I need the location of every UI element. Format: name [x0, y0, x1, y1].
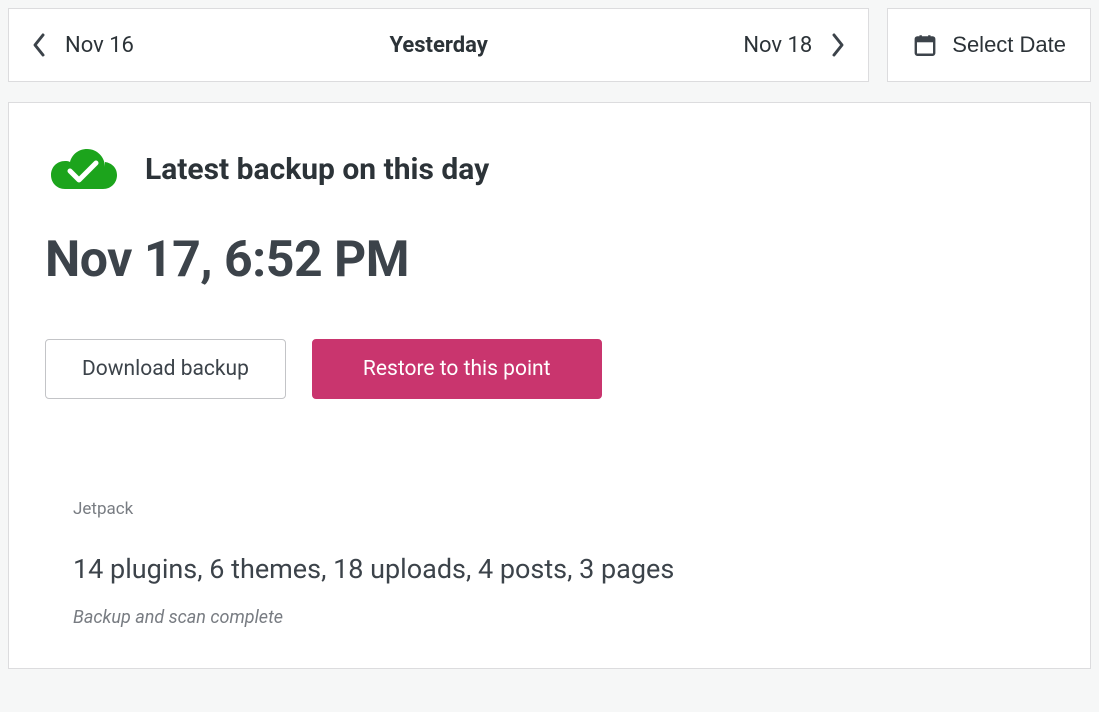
backup-summary: 14 plugins, 6 themes, 18 uploads, 4 post… — [73, 553, 1054, 585]
prev-day-nav[interactable]: Nov 16 — [31, 32, 134, 58]
date-nav-bar: Nov 16 Yesterday Nov 18 Select Date — [8, 8, 1091, 82]
next-day-label: Nov 18 — [743, 33, 812, 58]
chevron-left-icon — [31, 32, 47, 58]
backup-status: Backup and scan complete — [73, 607, 1054, 628]
card-header-title: Latest backup on this day — [145, 152, 489, 187]
backup-source-label: Jetpack — [73, 499, 1054, 519]
calendar-icon — [912, 32, 938, 58]
date-navigator: Nov 16 Yesterday Nov 18 — [8, 8, 869, 82]
current-day-label: Yesterday — [389, 33, 487, 58]
next-day-nav[interactable]: Nov 18 — [743, 32, 846, 58]
prev-day-label: Nov 16 — [65, 33, 134, 58]
action-row: Download backup Restore to this point — [45, 339, 1054, 399]
backup-card: Latest backup on this day Nov 17, 6:52 P… — [8, 102, 1091, 669]
select-date-label: Select Date — [952, 32, 1066, 58]
chevron-right-icon — [830, 32, 846, 58]
cloud-check-icon — [45, 143, 119, 195]
backup-timestamp: Nov 17, 6:52 PM — [45, 231, 1054, 289]
restore-button[interactable]: Restore to this point — [312, 339, 602, 399]
download-backup-button[interactable]: Download backup — [45, 339, 286, 399]
card-header: Latest backup on this day — [45, 143, 1054, 195]
backup-meta: Jetpack 14 plugins, 6 themes, 18 uploads… — [45, 499, 1054, 628]
select-date-button[interactable]: Select Date — [887, 8, 1091, 82]
